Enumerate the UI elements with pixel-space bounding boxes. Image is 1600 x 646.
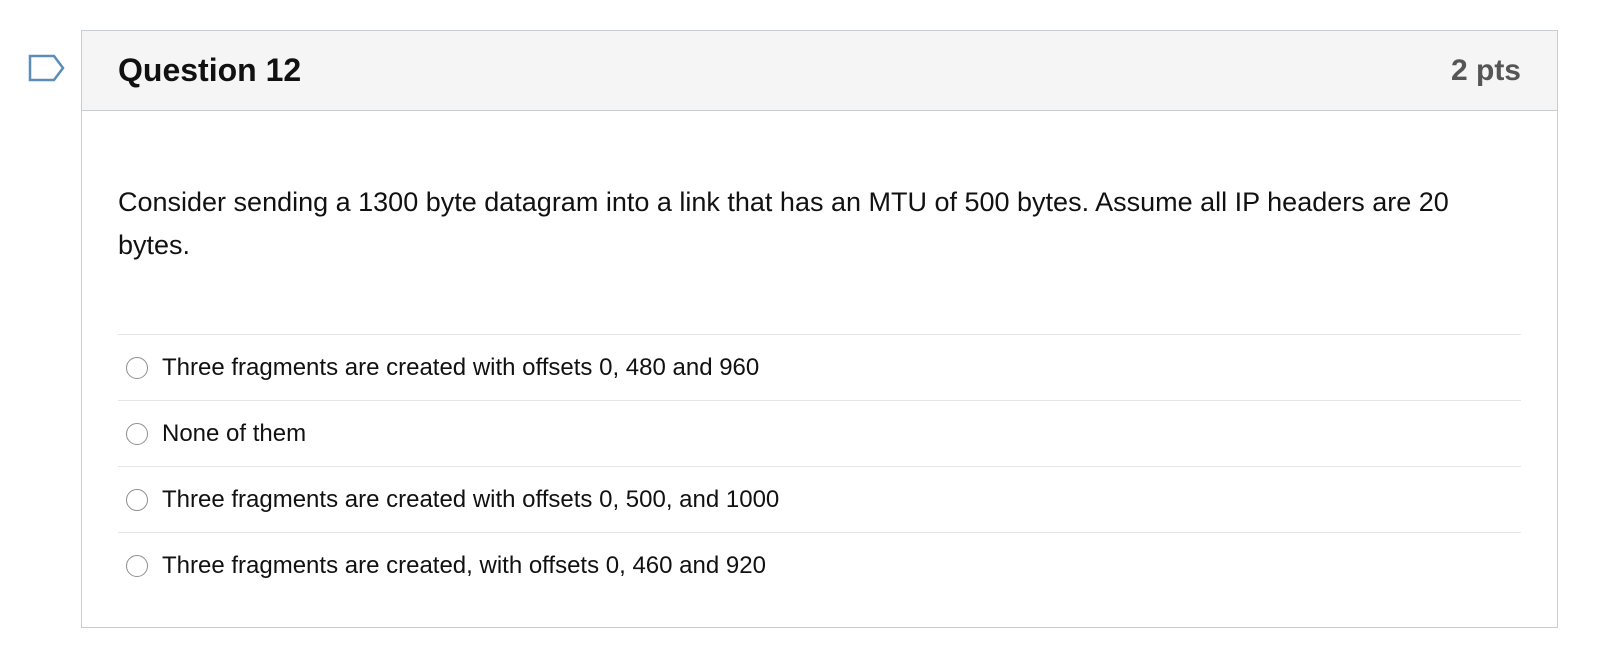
radio-button[interactable] [126, 554, 148, 577]
question-header: Question 12 2 pts [82, 31, 1557, 111]
answer-label[interactable]: Three fragments are created, with offset… [162, 552, 766, 580]
answer-option-4[interactable]: Three fragments are created, with offset… [118, 532, 1521, 598]
answer-label[interactable]: Three fragments are created with offsets… [162, 354, 759, 382]
question-body: Consider sending a 1300 byte datagram in… [82, 181, 1557, 598]
question-card: Question 12 2 pts Consider sending a 130… [81, 30, 1558, 628]
radio-button[interactable] [126, 422, 148, 445]
question-points: 2 pts [1450, 53, 1521, 87]
answer-option-3[interactable]: Three fragments are created with offsets… [118, 466, 1521, 532]
radio-button[interactable] [126, 488, 148, 511]
question-text: Consider sending a 1300 byte datagram in… [118, 187, 1449, 260]
question-title: Question 12 [118, 52, 302, 88]
radio-button[interactable] [126, 356, 148, 379]
answer-label[interactable]: Three fragments are created with offsets… [162, 486, 779, 514]
flag-question-icon[interactable] [28, 54, 66, 82]
answer-label[interactable]: None of them [162, 420, 306, 448]
answer-list: Three fragments are created with offsets… [118, 334, 1521, 598]
answer-option-2[interactable]: None of them [118, 400, 1521, 466]
answer-option-1[interactable]: Three fragments are created with offsets… [118, 334, 1521, 400]
